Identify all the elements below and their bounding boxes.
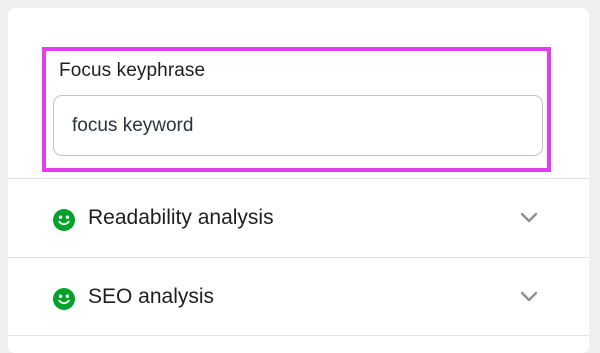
seo-analysis-label: SEO analysis [88,285,215,308]
smiley-icon [53,209,75,231]
seo-sidebar-panel: Focus keyphrase Readability analysis SEO… [8,8,589,353]
chevron-down-icon [520,212,538,223]
smiley-icon [53,288,75,310]
readability-analysis-label: Readability analysis [88,206,274,229]
readability-analysis-toggle[interactable]: Readability analysis [8,179,589,257]
focus-keyphrase-label: Focus keyphrase [59,60,206,81]
focus-keyphrase-section: Focus keyphrase [8,8,589,178]
divider [8,335,589,336]
seo-analysis-toggle[interactable]: SEO analysis [8,258,589,336]
focus-keyphrase-input[interactable] [53,95,543,156]
chevron-down-icon [520,291,538,302]
